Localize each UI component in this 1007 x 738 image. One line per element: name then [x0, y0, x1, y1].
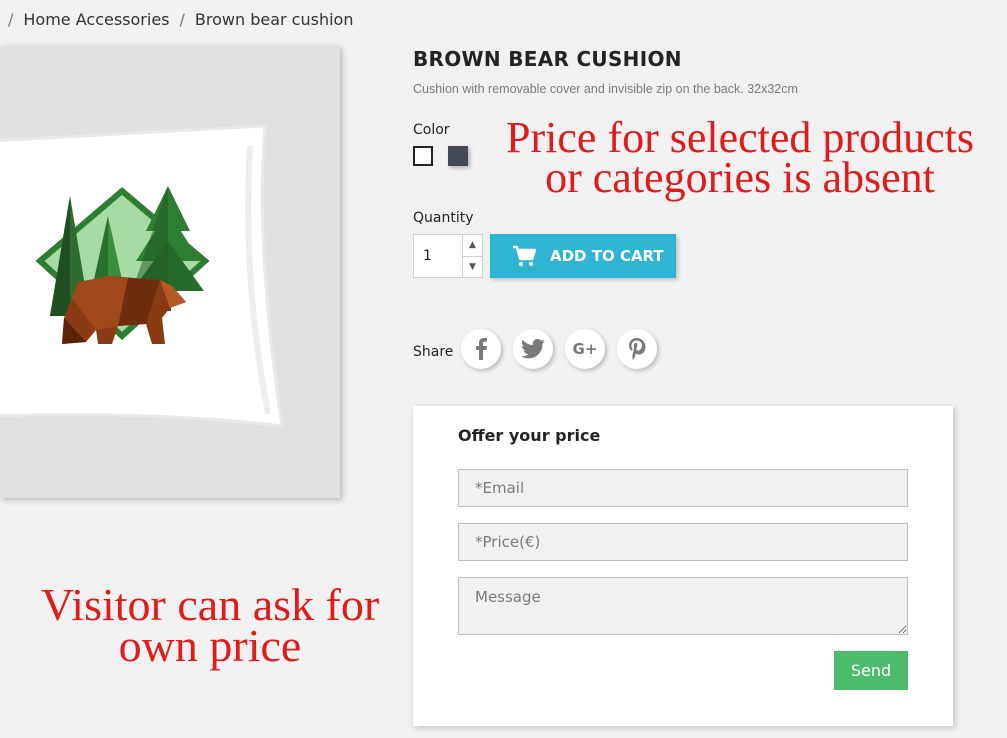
- offer-form-title: Offer your price: [458, 426, 601, 445]
- annotation-line: Visitor can ask for: [40, 579, 380, 630]
- facebook-glyph: [476, 338, 487, 360]
- email-field[interactable]: [458, 469, 908, 507]
- pinterest-icon[interactable]: [617, 329, 657, 369]
- product-title: BROWN BEAR CUSHION: [413, 47, 682, 71]
- message-field[interactable]: [458, 577, 908, 635]
- chevron-up-icon[interactable]: ▲: [463, 235, 482, 257]
- pinterest-glyph: [629, 338, 646, 360]
- product-description: Cushion with removable cover and invisib…: [413, 82, 798, 96]
- google-plus-glyph: G+: [572, 340, 598, 358]
- annotation-line: own price: [118, 620, 302, 672]
- send-button[interactable]: Send: [834, 651, 908, 690]
- breadcrumb-item-home-accessories[interactable]: Home Accessories: [23, 10, 169, 29]
- share-label: Share: [413, 344, 454, 360]
- price-field[interactable]: [458, 523, 908, 561]
- color-swatch-gray[interactable]: [448, 146, 468, 166]
- color-label: Color: [413, 122, 450, 138]
- twitter-icon[interactable]: [513, 329, 553, 369]
- annotation-line: or categories is absent: [545, 152, 935, 202]
- annotation-price-absent: Price for selected products or categorie…: [480, 113, 1000, 202]
- breadcrumb-item-current: Brown bear cushion: [194, 10, 354, 29]
- breadcrumb-separator: /: [179, 10, 185, 29]
- quantity-input[interactable]: [414, 235, 462, 277]
- breadcrumb: / Home Accessories / Brown bear cushion: [8, 10, 353, 29]
- add-to-cart-button[interactable]: ADD TO CART: [490, 234, 676, 278]
- quantity-arrows: ▲ ▼: [462, 235, 482, 277]
- twitter-glyph: [521, 339, 545, 359]
- color-swatch-white[interactable]: [413, 146, 433, 166]
- quantity-label: Quantity: [413, 210, 474, 226]
- bear-cushion-illustration: [0, 124, 284, 428]
- product-image[interactable]: [0, 46, 340, 498]
- annotation-line: Price for selected products: [506, 113, 974, 162]
- annotation-visitor-price: Visitor can ask for own price: [10, 579, 410, 672]
- facebook-icon[interactable]: [461, 329, 501, 369]
- shopping-cart-icon: [513, 245, 536, 266]
- chevron-down-icon[interactable]: ▼: [463, 257, 482, 278]
- quantity-stepper: ▲ ▼: [413, 234, 483, 278]
- google-plus-icon[interactable]: G+: [565, 329, 605, 369]
- add-to-cart-label: ADD TO CART: [550, 247, 664, 265]
- breadcrumb-separator: /: [8, 10, 14, 29]
- offer-price-form: Offer your price Send: [413, 406, 953, 726]
